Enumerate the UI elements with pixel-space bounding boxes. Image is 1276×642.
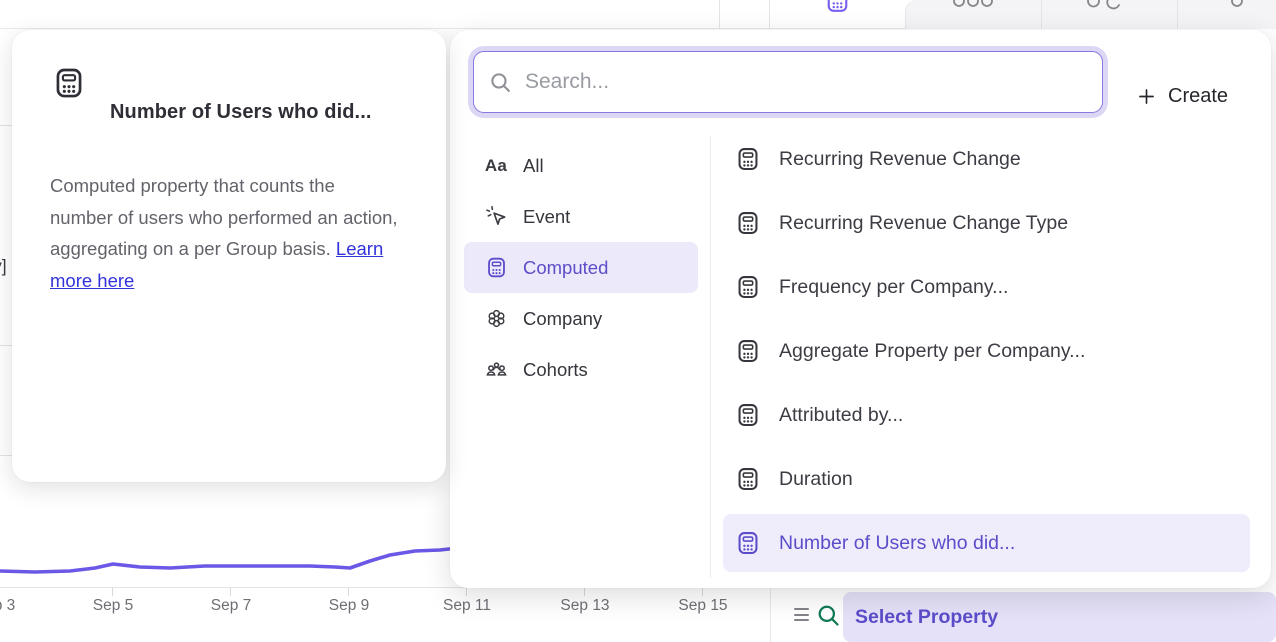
panel-divider bbox=[719, 0, 720, 29]
tooltip-description-line: aggregating on a per Group basis. bbox=[50, 238, 331, 259]
calculator-icon bbox=[735, 402, 761, 428]
select-property-field[interactable]: Select Property bbox=[843, 592, 1276, 642]
tooltip-description: Computed property that counts the number… bbox=[50, 170, 412, 296]
metric-line-chart bbox=[0, 537, 460, 589]
create-button[interactable]: Create bbox=[1136, 76, 1228, 116]
panel-divider bbox=[769, 0, 770, 29]
calculator-icon bbox=[735, 530, 761, 556]
calculator-icon bbox=[735, 146, 761, 172]
x-axis-label: Sep 11 bbox=[443, 597, 491, 615]
property-item[interactable]: Frequency per Company... bbox=[723, 255, 1250, 319]
tab-divider bbox=[1177, 0, 1178, 29]
tab-computed-metric-icon[interactable] bbox=[824, 0, 851, 14]
property-item[interactable]: Aggregate Property per Company... bbox=[723, 319, 1250, 383]
x-axis-tick bbox=[348, 588, 349, 596]
property-tooltip-card: Number of Users who did... Computed prop… bbox=[12, 30, 446, 482]
clipped-label-fragment: y] bbox=[0, 256, 7, 277]
category-item-cohorts[interactable]: Cohorts bbox=[464, 344, 698, 395]
create-button-label: Create bbox=[1168, 85, 1228, 108]
calculator-icon bbox=[484, 256, 508, 279]
search-field[interactable] bbox=[473, 51, 1103, 113]
x-axis-label: Sep 5 bbox=[93, 597, 134, 615]
tooltip-description-line: number of users who performed an action, bbox=[50, 202, 412, 234]
search-input[interactable] bbox=[525, 70, 1088, 94]
calculator-icon bbox=[735, 210, 761, 236]
calculator-icon bbox=[52, 66, 86, 100]
tab-divider bbox=[1041, 0, 1042, 29]
category-item-event[interactable]: Event bbox=[464, 191, 698, 242]
drag-handle-icon[interactable] bbox=[794, 608, 810, 625]
category-item-company[interactable]: Company bbox=[464, 293, 698, 344]
category-item-all[interactable]: Aa All bbox=[464, 140, 698, 191]
tooltip-description-line: Computed property that counts the bbox=[50, 170, 412, 202]
x-axis-label: Sep 9 bbox=[329, 597, 370, 615]
x-axis-label: Sep 3 bbox=[0, 597, 15, 615]
plus-icon bbox=[1136, 86, 1157, 107]
property-item-selected[interactable]: Number of Users who did... bbox=[723, 514, 1250, 572]
x-axis-label: Sep 15 bbox=[678, 597, 727, 615]
property-item[interactable]: Recurring Revenue Change Type bbox=[723, 191, 1250, 255]
x-axis-tick bbox=[702, 588, 703, 596]
category-list: Aa All Event Computed Company Cohorts bbox=[464, 140, 698, 395]
calculator-icon bbox=[735, 466, 761, 492]
x-axis-label: Sep 13 bbox=[560, 597, 609, 615]
query-builder-divider bbox=[770, 588, 771, 642]
category-item-computed[interactable]: Computed bbox=[464, 242, 698, 293]
tab-retention-curve-icon[interactable] bbox=[1085, 0, 1121, 12]
list-divider bbox=[710, 136, 711, 578]
x-axis-tick bbox=[584, 588, 585, 596]
tooltip-title: Number of Users who did... bbox=[110, 101, 372, 124]
property-item[interactable]: Recurring Revenue Change bbox=[723, 127, 1250, 191]
cohorts-icon bbox=[484, 358, 508, 381]
x-axis-tick bbox=[112, 588, 113, 596]
search-focus-ring bbox=[468, 46, 1108, 118]
property-item[interactable]: Attributed by... bbox=[723, 383, 1250, 447]
event-cursor-icon bbox=[484, 205, 508, 228]
property-item[interactable]: Duration bbox=[723, 447, 1250, 511]
calculator-icon bbox=[735, 274, 761, 300]
text-format-icon: Aa bbox=[484, 156, 508, 176]
x-axis-tick bbox=[230, 588, 231, 596]
company-icon bbox=[484, 307, 508, 330]
tab-chart-type-icon[interactable] bbox=[953, 0, 995, 10]
calculator-icon bbox=[735, 338, 761, 364]
search-icon bbox=[488, 70, 513, 95]
x-axis-label: Sep 7 bbox=[211, 597, 252, 615]
x-axis-tick bbox=[466, 588, 467, 596]
property-results-list: Recurring Revenue Change Recurring Reven… bbox=[723, 127, 1250, 572]
tab-misc-icon[interactable] bbox=[1231, 0, 1245, 9]
app-screen: Sep 3 Sep 5 Sep 7 Sep 9 Sep 11 Sep 13 Se… bbox=[0, 0, 1276, 642]
property-picker-panel: Create Aa All Event Computed Company Coh… bbox=[450, 30, 1271, 588]
property-search-icon bbox=[815, 602, 842, 629]
select-property-label: Select Property bbox=[855, 606, 998, 629]
